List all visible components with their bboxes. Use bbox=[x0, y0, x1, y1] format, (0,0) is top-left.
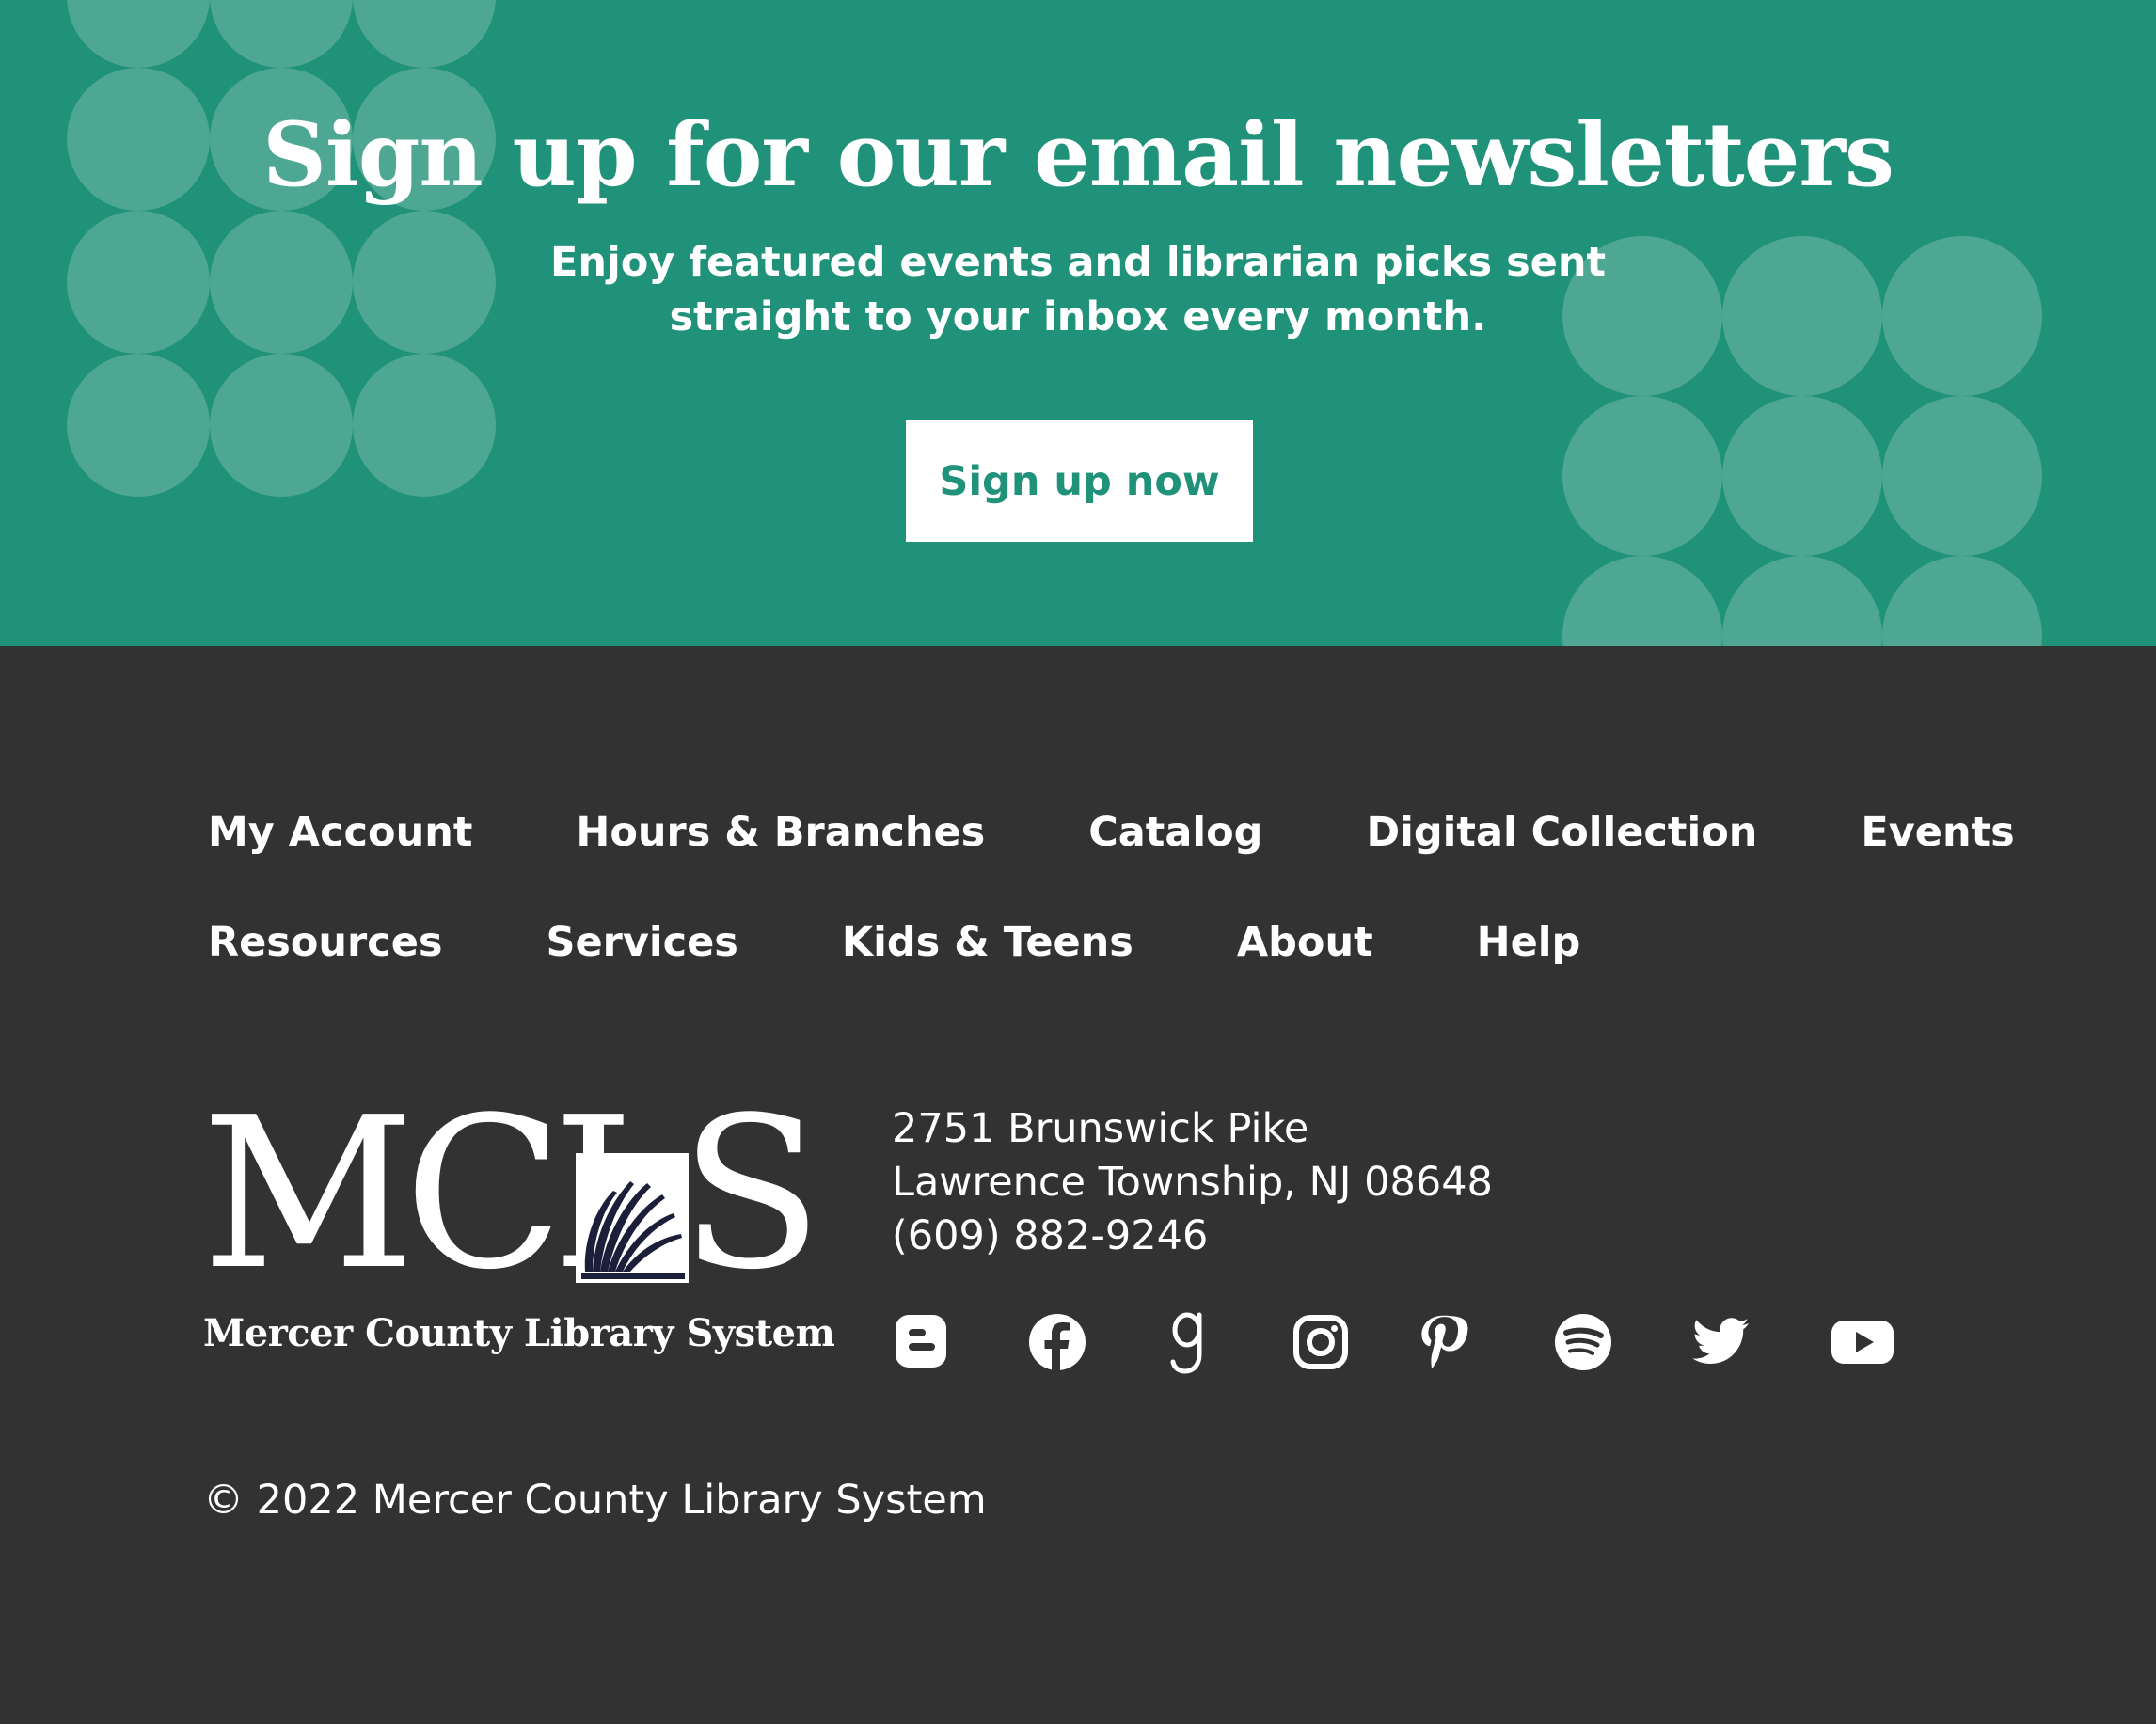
nav-link-kids-teens[interactable]: Kids & Teens bbox=[842, 905, 1133, 980]
copyright-text: © 2022 Mercer County Library System bbox=[203, 1477, 987, 1524]
nav-link-about[interactable]: About bbox=[1237, 905, 1373, 980]
sign-up-button[interactable]: Sign up now bbox=[906, 420, 1253, 542]
footer-nav-row-1: My Account Hours & Branches Catalog Digi… bbox=[208, 795, 2015, 905]
pinterest-icon[interactable] bbox=[1417, 1309, 1482, 1375]
twitter-icon[interactable] bbox=[1688, 1309, 1754, 1375]
logo-tagline: Mercer County Library System bbox=[203, 1311, 835, 1355]
mcls-logo[interactable]: MCLS Mercer County Library System bbox=[201, 1090, 835, 1364]
nav-link-catalog[interactable]: Catalog bbox=[1088, 795, 1262, 870]
footer-nav: My Account Hours & Branches Catalog Digi… bbox=[208, 795, 2015, 1015]
library-address: 2751 Brunswick Pike Lawrence Township, N… bbox=[892, 1102, 1493, 1263]
nav-link-services[interactable]: Services bbox=[546, 905, 737, 980]
nav-link-events[interactable]: Events bbox=[1861, 795, 2014, 870]
newsletter-title: Sign up for our email newsletters bbox=[262, 103, 1894, 207]
spotify-icon[interactable] bbox=[1550, 1309, 1616, 1375]
instagram-icon[interactable] bbox=[1288, 1309, 1354, 1375]
nav-link-help[interactable]: Help bbox=[1477, 905, 1581, 980]
newsletter-subtitle: Enjoy featured events and librarian pick… bbox=[0, 235, 2156, 344]
address-city: Lawrence Township, NJ 08648 bbox=[892, 1159, 1493, 1206]
open-book-icon bbox=[576, 1153, 689, 1283]
logo-letters: MCLS bbox=[201, 1073, 823, 1316]
address-street: 2751 Brunswick Pike bbox=[892, 1105, 1309, 1152]
nav-link-digital-collection[interactable]: Digital Collection bbox=[1366, 795, 1757, 870]
newsletter-subtitle-line2: straight to your inbox every month. bbox=[669, 293, 1487, 340]
newsletter-subtitle-line1: Enjoy featured events and librarian pick… bbox=[549, 239, 1607, 286]
address-phone[interactable]: (609) 882-9246 bbox=[892, 1210, 1493, 1263]
facebook-icon[interactable] bbox=[1024, 1309, 1090, 1375]
footer-nav-row-2: Resources Services Kids & Teens About He… bbox=[208, 905, 1995, 1015]
youtube-icon[interactable] bbox=[1830, 1309, 1895, 1375]
goodreads-icon[interactable] bbox=[1155, 1309, 1221, 1375]
nav-link-resources[interactable]: Resources bbox=[208, 905, 442, 980]
blogger-icon[interactable] bbox=[890, 1309, 956, 1375]
newsletter-section: Sign up for our email newsletters Enjoy … bbox=[0, 0, 2156, 646]
nav-link-hours-branches[interactable]: Hours & Branches bbox=[576, 795, 985, 870]
nav-link-my-account[interactable]: My Account bbox=[208, 795, 472, 870]
